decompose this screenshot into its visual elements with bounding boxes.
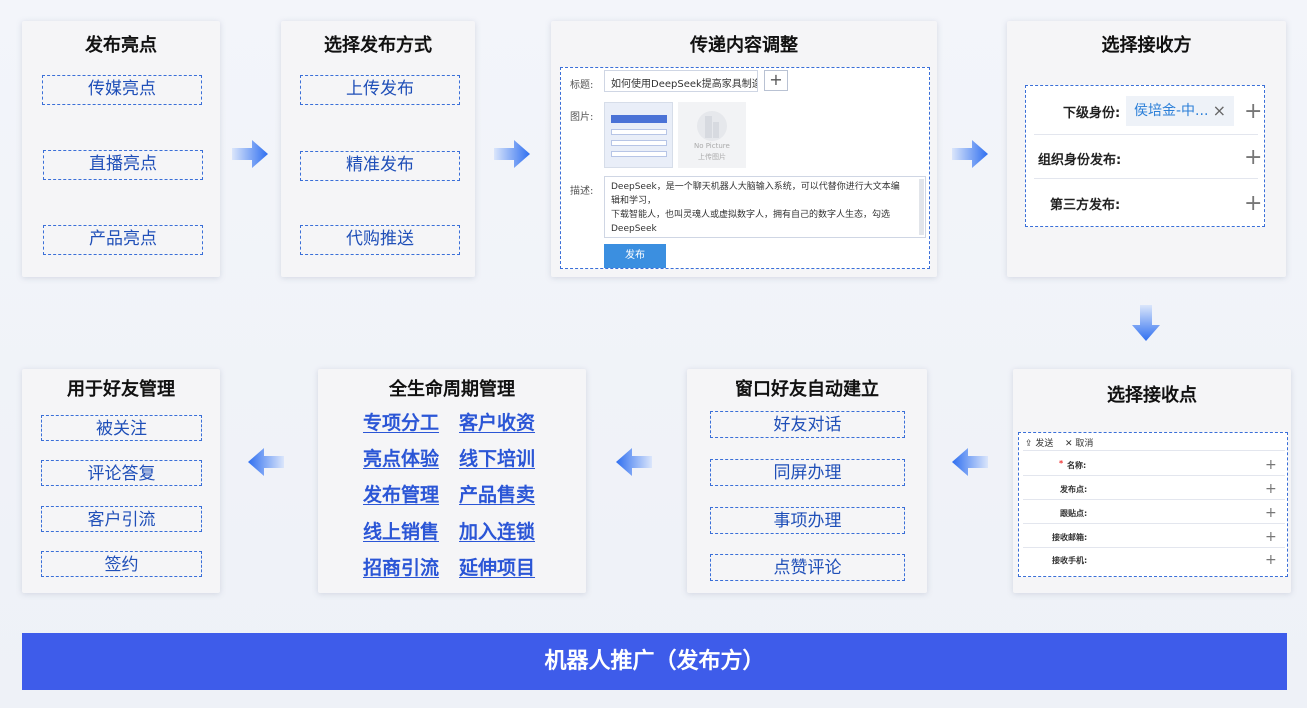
content-form-panel: 标题: 如何使用DeepSeek提高家具制造 + 图片: No Picture … bbox=[560, 67, 930, 269]
description-label: 描述: bbox=[570, 186, 594, 197]
lifecycle-link[interactable]: 加入连锁 bbox=[459, 517, 535, 544]
add-follow-point-icon[interactable]: + bbox=[1265, 502, 1277, 524]
card-title: 窗口好友自动建立 bbox=[735, 379, 879, 400]
title-input[interactable]: 如何使用DeepSeek提高家具制造 bbox=[604, 70, 758, 92]
required-mark: * bbox=[1059, 459, 1064, 468]
arrow-right-icon bbox=[232, 140, 268, 168]
card-title: 全生命周期管理 bbox=[389, 379, 515, 400]
arrow-down-icon bbox=[1132, 305, 1160, 341]
row-label-email: 接收邮箱: bbox=[1052, 533, 1088, 542]
image-thumbnail[interactable] bbox=[604, 102, 673, 168]
row-label-publish-point: 发布点: bbox=[1060, 485, 1088, 494]
item-task-handle[interactable]: 事项办理 bbox=[710, 507, 905, 534]
send-button[interactable]: ⇪ 发送 bbox=[1025, 436, 1053, 449]
arrow-right-icon bbox=[494, 140, 530, 168]
row-divider bbox=[1023, 523, 1285, 524]
cancel-button[interactable]: ✕ 取消 bbox=[1065, 436, 1093, 449]
row-label-org: 组织身份发布: bbox=[1038, 153, 1122, 168]
description-textarea[interactable]: DeepSeek，是一个聊天机器人大脑输入系统，可以代替你进行大文本编 辑和学习… bbox=[604, 176, 926, 238]
footer-banner: 机器人推广（发布方） bbox=[22, 633, 1287, 690]
item-proxy-push[interactable]: 代购推送 bbox=[300, 225, 460, 255]
arrow-right-icon bbox=[952, 140, 988, 168]
lifecycle-link[interactable]: 招商引流 bbox=[363, 553, 439, 580]
lifecycle-link[interactable]: 客户收资 bbox=[459, 408, 535, 435]
card-choose-method: 选择发布方式 上传发布 精准发布 代购推送 bbox=[281, 21, 475, 277]
receive-point-panel: ⇪ 发送 ✕ 取消 * 名称: + 发布点: + 跟贴点: + 接收邮箱: + … bbox=[1018, 432, 1288, 577]
card-title: 发布亮点 bbox=[85, 35, 157, 56]
lifecycle-link[interactable]: 产品售卖 bbox=[459, 480, 535, 507]
card-title: 选择发布方式 bbox=[324, 35, 432, 56]
item-friend-chat[interactable]: 好友对话 bbox=[710, 411, 905, 438]
picture-placeholder-icon bbox=[697, 111, 727, 141]
title-label: 标题: bbox=[570, 80, 594, 91]
receiver-panel: 下级身份: 侯培金-中... × + 组织身份发布: + 第三方发布: + bbox=[1025, 85, 1265, 227]
add-publish-point-icon[interactable]: + bbox=[1265, 478, 1277, 500]
card-title: 传递内容调整 bbox=[690, 35, 798, 56]
add-subordinate-icon[interactable]: + bbox=[1244, 101, 1262, 123]
lifecycle-link[interactable]: 线下培训 bbox=[459, 444, 535, 471]
lifecycle-link[interactable]: 延伸项目 bbox=[459, 553, 535, 580]
add-name-icon[interactable]: + bbox=[1265, 454, 1277, 476]
item-live-highlight[interactable]: 直播亮点 bbox=[43, 150, 203, 180]
row-label-subordinate: 下级身份: bbox=[1063, 106, 1121, 121]
lifecycle-link[interactable]: 发布管理 bbox=[363, 480, 439, 507]
toolbar-divider bbox=[1023, 450, 1285, 451]
row-divider bbox=[1023, 547, 1285, 548]
item-screen-share[interactable]: 同屏办理 bbox=[710, 459, 905, 486]
send-label: 发送 bbox=[1035, 439, 1054, 449]
row-label-follow-point: 跟贴点: bbox=[1060, 509, 1088, 518]
upload-image-text: 上传图片 bbox=[698, 153, 726, 161]
row-label-name: 名称: bbox=[1067, 461, 1087, 470]
item-comment-reply[interactable]: 评论答复 bbox=[41, 460, 202, 486]
add-org-icon[interactable]: + bbox=[1244, 147, 1262, 169]
description-line: DeepSeek，是一个聊天机器人大脑输入系统，可以代替你进行大文本编 bbox=[611, 182, 900, 192]
card-publish-highlights: 发布亮点 传媒亮点 直播亮点 产品亮点 bbox=[22, 21, 220, 277]
description-line: 辑和学习， bbox=[611, 196, 657, 206]
description-line: 下载智能人，也叫灵魂人或虚拟数字人，拥有自己的数字人生态，勾选 bbox=[611, 210, 891, 220]
card-window-friends: 窗口好友自动建立 好友对话 同屏办理 事项办理 点赞评论 bbox=[687, 369, 927, 593]
item-upload-publish[interactable]: 上传发布 bbox=[300, 75, 460, 105]
no-picture-text: No Picture bbox=[694, 142, 730, 150]
lifecycle-link[interactable]: 亮点体验 bbox=[363, 444, 439, 471]
card-content-adjust: 传递内容调整 标题: 如何使用DeepSeek提高家具制造 + 图片: No P… bbox=[551, 21, 937, 277]
cancel-label: 取消 bbox=[1075, 439, 1094, 449]
card-title: 用于好友管理 bbox=[67, 379, 175, 400]
item-followed[interactable]: 被关注 bbox=[41, 415, 202, 441]
row-divider bbox=[1023, 499, 1285, 500]
lifecycle-link[interactable]: 线上销售 bbox=[363, 517, 439, 544]
add-third-party-icon[interactable]: + bbox=[1244, 193, 1262, 215]
add-email-icon[interactable]: + bbox=[1265, 526, 1277, 548]
row-divider bbox=[1034, 134, 1258, 135]
row-label-third-party: 第三方发布: bbox=[1050, 198, 1121, 213]
item-product-highlight[interactable]: 产品亮点 bbox=[43, 225, 203, 255]
item-media-highlight[interactable]: 传媒亮点 bbox=[42, 75, 202, 105]
lifecycle-link[interactable]: 专项分工 bbox=[363, 408, 439, 435]
publish-button[interactable]: 发布 bbox=[604, 244, 666, 268]
textarea-scrollbar[interactable] bbox=[919, 179, 924, 235]
card-choose-receiver: 选择接收方 下级身份: 侯培金-中... × + 组织身份发布: + 第三方发布… bbox=[1007, 21, 1286, 277]
row-divider bbox=[1023, 475, 1285, 476]
image-label: 图片: bbox=[570, 112, 594, 123]
item-like-comment[interactable]: 点赞评论 bbox=[710, 554, 905, 581]
item-sign-contract[interactable]: 签约 bbox=[41, 551, 202, 577]
add-phone-icon[interactable]: + bbox=[1265, 549, 1277, 571]
image-placeholder[interactable]: No Picture 上传图片 bbox=[678, 102, 746, 168]
card-lifecycle: 全生命周期管理 专项分工 客户收资 亮点体验 线下培训 发布管理 产品售卖 线上… bbox=[318, 369, 586, 593]
row-label-phone: 接收手机: bbox=[1052, 556, 1088, 565]
description-line: DeepSeek bbox=[611, 224, 657, 234]
close-icon[interactable]: × bbox=[1213, 96, 1226, 126]
card-friend-management: 用于好友管理 被关注 评论答复 客户引流 签约 bbox=[22, 369, 220, 593]
item-customer-lead[interactable]: 客户引流 bbox=[41, 506, 202, 532]
receiver-tag[interactable]: 侯培金-中... × bbox=[1126, 96, 1234, 126]
arrow-left-icon bbox=[952, 448, 988, 476]
card-choose-point: 选择接收点 ⇪ 发送 ✕ 取消 * 名称: + 发布点: + 跟贴点: + 接收… bbox=[1013, 369, 1291, 593]
receiver-tag-text: 侯培金-中... bbox=[1134, 103, 1209, 119]
arrow-left-icon bbox=[616, 448, 652, 476]
row-divider bbox=[1034, 178, 1258, 179]
add-title-button[interactable]: + bbox=[764, 70, 788, 91]
arrow-left-icon bbox=[248, 448, 284, 476]
card-title: 选择接收方 bbox=[1101, 35, 1192, 56]
card-title: 选择接收点 bbox=[1107, 385, 1197, 406]
item-precise-publish[interactable]: 精准发布 bbox=[300, 151, 460, 181]
